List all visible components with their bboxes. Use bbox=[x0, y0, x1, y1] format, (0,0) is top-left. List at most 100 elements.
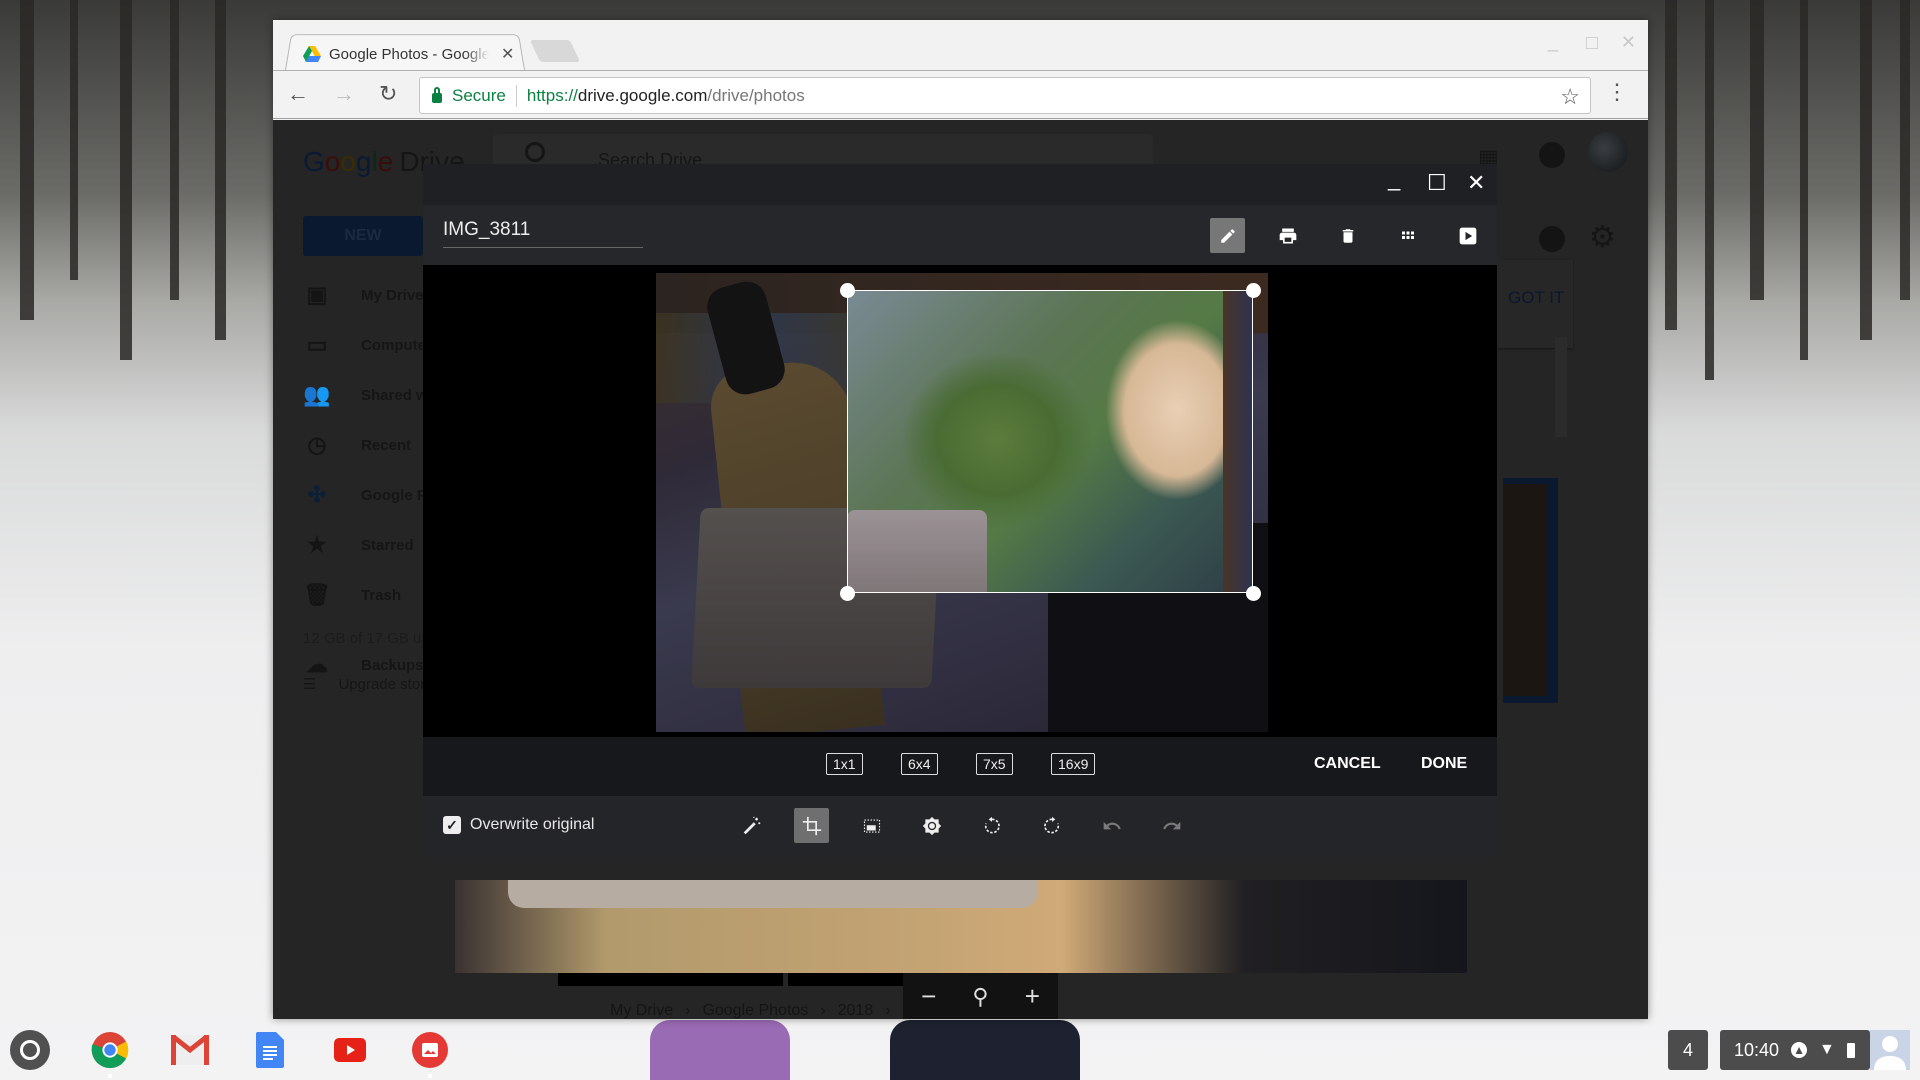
bookmark-star-icon[interactable]: ☆ bbox=[1560, 84, 1580, 110]
sidebar-item-starred[interactable]: ★ Starred bbox=[303, 530, 413, 560]
grid-view-button[interactable] bbox=[1390, 218, 1425, 253]
gmail-app-icon[interactable] bbox=[170, 1030, 210, 1070]
undo-icon bbox=[1103, 821, 1121, 829]
divider bbox=[515, 84, 517, 107]
new-tab-button[interactable] bbox=[529, 40, 581, 62]
rotate-left-icon bbox=[984, 816, 1000, 833]
file-name-field[interactable]: IMG_3811 bbox=[443, 219, 643, 248]
redo-button[interactable] bbox=[1154, 808, 1189, 843]
sidebar-item-recent[interactable]: ◷ Recent bbox=[303, 430, 411, 460]
aspect-ratio-6x4-button[interactable]: 6x4 bbox=[901, 753, 938, 775]
brightness-icon bbox=[922, 816, 941, 835]
checkbox-checked-icon: ✓ bbox=[443, 816, 461, 834]
secure-label: Secure bbox=[452, 85, 506, 105]
youtube-app-icon[interactable] bbox=[330, 1030, 370, 1070]
update-available-icon: ▲ bbox=[1791, 1042, 1808, 1058]
search-icon bbox=[525, 142, 545, 162]
zoom-out-button[interactable]: − bbox=[921, 981, 936, 1012]
notifications-bell-icon[interactable] bbox=[1539, 142, 1565, 168]
new-button[interactable]: NEW bbox=[303, 216, 423, 256]
filmstrip-thumb[interactable] bbox=[558, 973, 783, 986]
brightness-tool-button[interactable] bbox=[914, 808, 949, 843]
exposure-tool-button[interactable] bbox=[854, 808, 889, 843]
browser-menu-icon[interactable]: ⋮ bbox=[1606, 81, 1628, 103]
overwrite-original-checkbox[interactable]: ✓ Overwrite original bbox=[443, 816, 594, 834]
info-icon[interactable] bbox=[1539, 226, 1565, 252]
chevron-right-icon: › bbox=[885, 1002, 891, 1019]
aspect-ratio-1x1-button[interactable]: 1x1 bbox=[826, 753, 863, 775]
running-indicator bbox=[108, 1074, 112, 1078]
aspect-ratio-7x5-button[interactable]: 7x5 bbox=[976, 753, 1013, 775]
star-icon: ★ bbox=[307, 532, 327, 557]
back-button[interactable]: ← bbox=[287, 81, 309, 107]
window-minimize-button[interactable]: _ bbox=[1548, 32, 1558, 53]
slideshow-button[interactable] bbox=[1450, 218, 1485, 253]
sidebar-item-trash[interactable]: 🗑 Trash bbox=[303, 580, 401, 610]
user-avatar[interactable] bbox=[1870, 1030, 1910, 1070]
tab-close-icon[interactable]: ✕ bbox=[501, 44, 514, 64]
editor-minimize-button[interactable]: _ bbox=[1388, 166, 1400, 192]
breadcrumb-year[interactable]: 2018 bbox=[838, 1002, 874, 1019]
chevron-right-icon: › bbox=[820, 1002, 826, 1019]
delete-button[interactable] bbox=[1330, 218, 1365, 253]
app-launcher-button[interactable] bbox=[10, 1030, 50, 1070]
window-close-button[interactable]: ✕ bbox=[1621, 32, 1636, 53]
trash-icon: 🗑 bbox=[303, 582, 331, 607]
print-button[interactable] bbox=[1270, 218, 1305, 253]
crop-icon bbox=[802, 816, 821, 835]
breadcrumb-my-drive[interactable]: My Drive bbox=[610, 1002, 673, 1019]
clock-icon: ◷ bbox=[307, 432, 327, 457]
settings-gear-icon[interactable]: ⚙ bbox=[1589, 220, 1616, 255]
editor-maximize-button[interactable]: ☐ bbox=[1427, 170, 1447, 196]
cancel-button[interactable]: CANCEL bbox=[1314, 755, 1381, 773]
rotate-right-button[interactable] bbox=[1034, 808, 1069, 843]
tab-strip: Google Photos - Google Drive ✕ _ □ ✕ bbox=[273, 20, 1648, 70]
browser-tab-content[interactable]: Google Photos - Google Drive ✕ bbox=[303, 40, 514, 68]
photos-app-icon[interactable] bbox=[410, 1030, 450, 1070]
reload-button[interactable]: ↻ bbox=[379, 81, 397, 107]
trash-icon bbox=[1342, 228, 1353, 243]
notification-count[interactable]: 4 bbox=[1668, 1030, 1708, 1070]
address-bar[interactable]: Secure https:// drive.google.com /drive/… bbox=[419, 77, 1591, 114]
browser-toolbar: ← → ↻ Secure https:// drive.google.com /… bbox=[273, 70, 1648, 119]
lock-icon bbox=[432, 86, 442, 103]
image-canvas bbox=[423, 265, 1497, 737]
forward-button[interactable]: → bbox=[333, 81, 355, 107]
tab-title: Google Photos - Google Drive bbox=[329, 45, 489, 63]
url-scheme: https:// bbox=[526, 85, 578, 105]
chrome-app-icon[interactable] bbox=[90, 1030, 130, 1070]
crop-options-bar: 1x1 6x4 7x5 16x9 CANCEL DONE bbox=[423, 737, 1497, 796]
system-tray[interactable]: 10:40 ▲ ▼ bbox=[1720, 1030, 1870, 1070]
pencil-icon bbox=[1220, 228, 1235, 243]
docs-app-icon[interactable] bbox=[250, 1030, 290, 1070]
account-avatar[interactable] bbox=[1588, 132, 1628, 172]
got-it-button[interactable]: GOT IT bbox=[1508, 288, 1564, 308]
photo-image bbox=[656, 273, 1268, 732]
google-photos-icon: ✣ bbox=[307, 482, 327, 507]
clock: 10:40 bbox=[1734, 1039, 1780, 1060]
my-drive-icon: ▣ bbox=[306, 282, 328, 307]
aspect-ratio-16x9-button[interactable]: 16x9 bbox=[1051, 753, 1096, 775]
wifi-icon: ▼ bbox=[1819, 1041, 1835, 1058]
rotate-left-button[interactable] bbox=[974, 808, 1009, 843]
window-maximize-button[interactable]: □ bbox=[1586, 32, 1598, 55]
sidebar-item-computers[interactable]: ▭ Computers bbox=[303, 330, 441, 360]
editor-toolbar: ✓ Overwrite original bbox=[423, 796, 1497, 857]
crop-region-preview bbox=[847, 290, 1253, 593]
crop-tool-button[interactable] bbox=[794, 808, 829, 843]
storage-icon: ☰ bbox=[303, 676, 317, 693]
editor-close-button[interactable]: ✕ bbox=[1467, 170, 1485, 196]
breadcrumb-google-photos[interactable]: Google Photos bbox=[702, 1002, 808, 1019]
shared-icon: 👥 bbox=[303, 382, 331, 407]
scrollbar[interactable] bbox=[1555, 337, 1567, 437]
undo-button[interactable] bbox=[1094, 808, 1129, 843]
url-host: drive.google.com bbox=[577, 85, 708, 105]
zoom-in-button[interactable]: + bbox=[1025, 981, 1040, 1012]
sidebar-item-my-drive[interactable]: ▣ My Drive bbox=[303, 280, 424, 310]
auto-enhance-button[interactable] bbox=[734, 808, 769, 843]
zoom-icon: ⚲ bbox=[972, 983, 989, 1009]
done-button[interactable]: DONE bbox=[1421, 755, 1467, 773]
editor-titlebar: _ ☐ ✕ bbox=[423, 164, 1497, 205]
selected-photo-thumbnail[interactable] bbox=[1503, 478, 1558, 703]
edit-pencil-button[interactable] bbox=[1210, 218, 1245, 253]
